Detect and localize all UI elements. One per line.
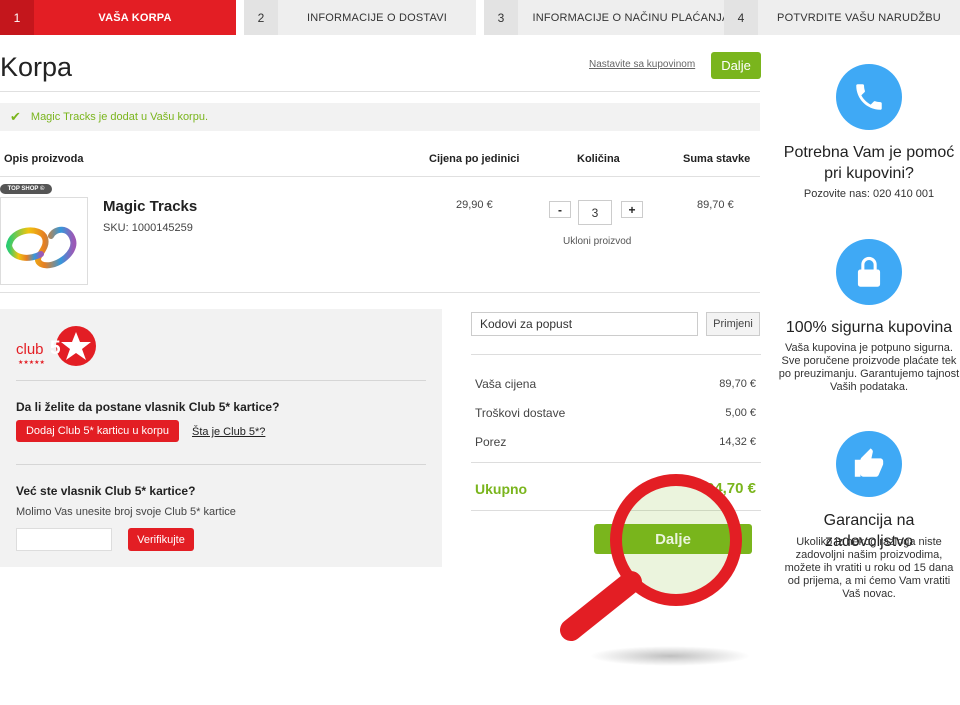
summary-price-value: 89,70 € xyxy=(719,378,756,390)
product-sku: SKU: 1000145259 xyxy=(103,222,193,234)
total-value: 94,70 € xyxy=(705,480,756,497)
lock-icon xyxy=(836,239,902,305)
product-image[interactable] xyxy=(0,197,88,285)
col-header-sum: Suma stavke xyxy=(683,153,751,165)
step-label: POTVRDITE VAŠU NARUDŽBU xyxy=(777,11,941,24)
col-header-quantity: Količina xyxy=(577,153,620,165)
help-phone-text: Pozovite nas: 020 410 001 xyxy=(803,188,935,200)
continue-shopping-link[interactable]: Nastavite sa kupovinom xyxy=(589,59,695,70)
summary-shipping-label: Troškovi dostave xyxy=(475,406,566,420)
col-header-unit-price: Cijena po jedinici xyxy=(429,153,520,165)
summary-shipping-value: 5,00 € xyxy=(725,407,756,419)
checkout-steps: 1 VAŠA KORPA 2 INFORMACIJE O DOSTAVI 3 I… xyxy=(0,0,960,35)
summary-price-label: Vaša cijena xyxy=(475,377,537,391)
club5-card-number-input[interactable] xyxy=(16,528,112,551)
step-number: 3 xyxy=(484,0,518,35)
club5-logo-text: club xyxy=(16,341,44,358)
next-button[interactable]: Dalje xyxy=(594,524,752,554)
divider xyxy=(0,292,760,293)
top-shop-badge: TOP SHOP © xyxy=(0,184,52,194)
added-to-cart-notice: ✔ Magic Tracks je dodat u Vašu korpu. xyxy=(0,103,760,131)
quantity-decrease-button[interactable]: - xyxy=(549,201,571,218)
next-button-top[interactable]: Dalje xyxy=(711,52,761,79)
check-icon: ✔ xyxy=(10,109,21,124)
remove-product-link[interactable]: Ukloni proizvod xyxy=(563,236,631,247)
step-label: INFORMACIJE O NAČINU PLAĆANJA xyxy=(532,11,730,24)
product-name[interactable]: Magic Tracks xyxy=(103,198,197,215)
divider xyxy=(0,176,760,177)
step-number: 1 xyxy=(0,0,34,35)
apply-discount-button[interactable]: Primjeni xyxy=(706,312,760,336)
item-sum: 89,70 € xyxy=(697,199,734,211)
step-label: VAŠA KORPA xyxy=(98,11,172,24)
step-number: 2 xyxy=(244,0,278,35)
divider xyxy=(471,462,761,463)
step-number: 4 xyxy=(724,0,758,35)
col-header-description: Opis proizvoda xyxy=(4,153,84,165)
notice-text: Magic Tracks je dodat u Vašu korpu. xyxy=(30,111,209,123)
magic-tracks-image xyxy=(6,226,77,269)
total-label: Ukupno xyxy=(475,481,528,497)
secure-text: Vaša kupovina je potpuno sigurna. Sve po… xyxy=(778,342,960,393)
step-delivery[interactable]: 2 INFORMACIJE O DOSTAVI xyxy=(244,0,476,35)
step-confirm[interactable]: 4 POTVRDITE VAŠU NARUDŽBU xyxy=(724,0,960,35)
magnifier-icon xyxy=(555,470,775,670)
verify-button[interactable]: Verifikujte xyxy=(128,528,194,551)
phone-icon xyxy=(836,64,902,130)
svg-text:★★★★★: ★★★★★ xyxy=(18,359,45,366)
club5-panel: club 5 ★★★★★ Da li želite da postane vla… xyxy=(0,309,442,567)
add-club5-card-button[interactable]: Dodaj Club 5* karticu u korpu xyxy=(16,420,179,442)
thumbs-up-icon xyxy=(836,431,902,497)
step-label: INFORMACIJE O DOSTAVI xyxy=(306,11,448,24)
club5-help-text: Molimo Vas unesite broj svoje Club 5* ka… xyxy=(16,506,236,518)
unit-price: 29,90 € xyxy=(456,199,493,211)
step-payment[interactable]: 3 INFORMACIJE O NAČINU PLAĆANJA xyxy=(484,0,744,35)
what-is-club5-link[interactable]: Šta je Club 5*? xyxy=(192,426,265,438)
summary-tax-label: Porez xyxy=(475,435,507,449)
summary-tax-value: 14,32 € xyxy=(719,436,756,448)
secure-title: 100% sigurna kupovina xyxy=(785,319,953,336)
club5-logo-number: 5 xyxy=(50,338,61,359)
divider xyxy=(471,510,761,511)
page-title: Korpa xyxy=(0,52,73,82)
quantity-input[interactable]: 3 xyxy=(578,200,612,225)
quantity-increase-button[interactable]: + xyxy=(621,201,643,218)
club5-owner-question: Već ste vlasnik Club 5* kartice? xyxy=(16,484,196,498)
divider xyxy=(16,464,426,465)
club5-question: Da li želite da postane vlasnik Club 5* … xyxy=(16,400,280,414)
divider xyxy=(0,91,760,92)
discount-code-input[interactable]: Kodovi za popust xyxy=(471,312,698,336)
divider xyxy=(16,380,426,381)
divider xyxy=(471,354,761,355)
guarantee-text: Ukoliko iz nekog razloga niste zadovoljn… xyxy=(784,536,954,600)
step-cart[interactable]: 1 VAŠA KORPA xyxy=(0,0,236,35)
help-title: Potrebna Vam je pomoć pri kupovini? xyxy=(783,144,955,182)
club5-logo: club 5 ★★★★★ xyxy=(16,324,101,369)
